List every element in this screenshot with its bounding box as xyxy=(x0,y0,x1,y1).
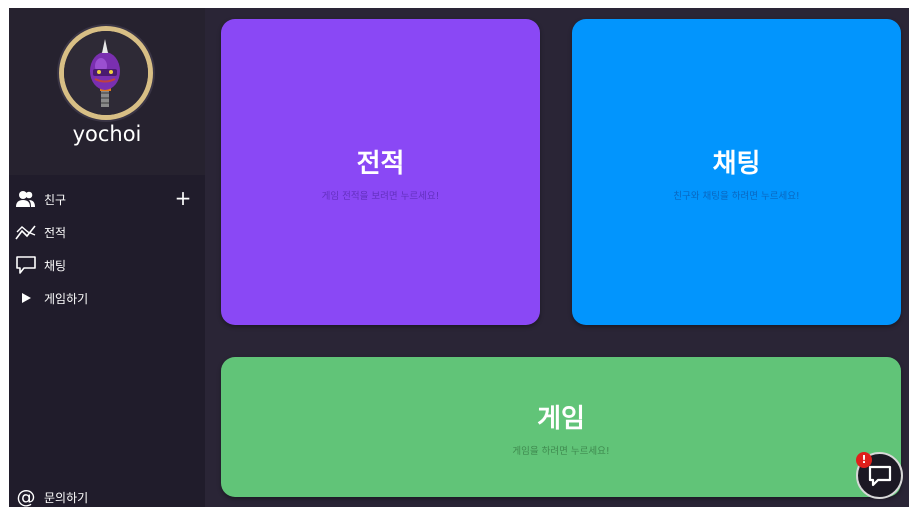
play-icon xyxy=(15,287,37,309)
card-title: 채팅 xyxy=(712,148,761,179)
chat-card[interactable]: 채팅 친구와 채팅을 하려면 누르세요! xyxy=(572,19,901,325)
sidebar-item-contact[interactable]: @ 문의하기 xyxy=(15,484,200,510)
sidebar-item-label: 게임하기 xyxy=(44,291,89,306)
at-sign-icon: @ xyxy=(16,486,36,508)
sidebar-item-chat[interactable]: 채팅 xyxy=(15,252,200,278)
avatar-character-icon xyxy=(64,31,148,115)
main-content: 전적 게임 전적을 보려면 누르세요! 채팅 친구와 채팅을 하려면 누르세요!… xyxy=(205,8,909,507)
sidebar-item-label: 채팅 xyxy=(44,258,67,273)
stats-chart-icon xyxy=(15,221,37,243)
app-window: yochoi 친구 + 전적 채팅 게임하기 @ 문의하기 전적 게임 전적을 … xyxy=(9,8,909,510)
username: yochoi xyxy=(72,122,142,146)
friends-icon xyxy=(15,188,37,210)
game-card[interactable]: 게임 게임을 하려면 누르세요! xyxy=(221,357,901,497)
card-subtitle: 게임 전적을 보려면 누르세요! xyxy=(321,190,440,202)
sidebar-item-label: 친구 xyxy=(44,192,67,207)
profile-section: yochoi xyxy=(9,8,205,175)
sidebar: yochoi 친구 + 전적 채팅 게임하기 @ 문의하기 xyxy=(9,8,205,510)
card-subtitle: 게임을 하려면 누르세요! xyxy=(512,445,610,457)
sidebar-item-label: 전적 xyxy=(44,225,67,240)
chat-bubble-icon xyxy=(868,465,891,486)
chat-bubble-icon xyxy=(15,254,37,276)
card-subtitle: 친구와 채팅을 하려면 누르세요! xyxy=(673,190,800,202)
record-card[interactable]: 전적 게임 전적을 보려면 누르세요! xyxy=(221,19,540,325)
sidebar-item-play[interactable]: 게임하기 xyxy=(15,285,200,311)
avatar[interactable] xyxy=(59,26,153,120)
card-title: 전적 xyxy=(356,148,405,179)
card-title: 게임 xyxy=(537,403,585,434)
sidebar-item-friends[interactable]: 친구 + xyxy=(15,186,200,212)
notification-badge: ! xyxy=(856,452,872,468)
sidebar-item-label: 문의하기 xyxy=(44,490,89,505)
add-friend-button[interactable]: + xyxy=(172,187,194,209)
sidebar-item-record[interactable]: 전적 xyxy=(15,219,200,245)
